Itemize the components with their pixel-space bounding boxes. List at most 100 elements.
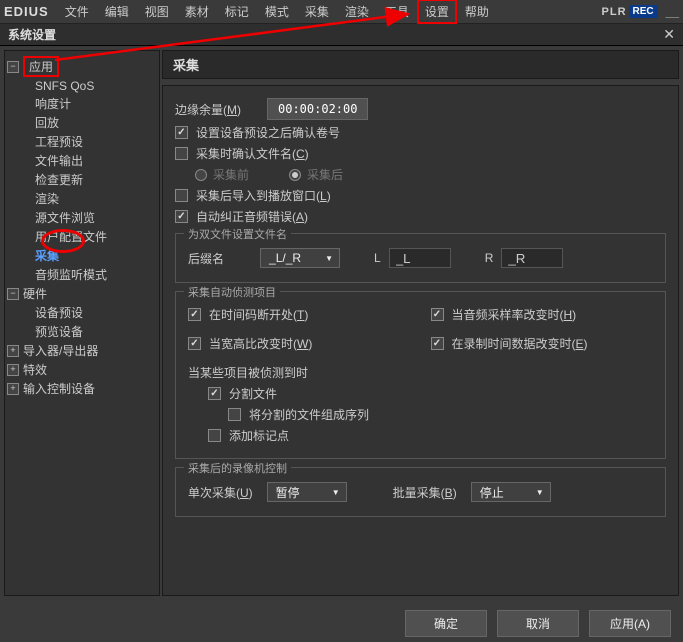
samplerate-label: 当音频采样率改变时(H) [452, 306, 577, 323]
single-capture-dropdown[interactable]: 暂停▼ [267, 482, 347, 502]
tree-root-importer[interactable]: + 导入器/导出器 [7, 341, 157, 360]
menu-marker[interactable]: 标记 [217, 0, 257, 24]
chevron-down-icon: ▼ [332, 488, 340, 497]
expand-icon[interactable]: + [7, 345, 19, 357]
l-label: L [374, 251, 381, 265]
tree-label-inputctrl: 输入控制设备 [23, 380, 95, 397]
suffix-label: 后缀名 [188, 250, 224, 267]
tc-break-checkbox[interactable] [188, 308, 201, 321]
tree-label-app: 应用 [29, 60, 53, 74]
dualfile-legend: 为双文件设置文件名 [184, 226, 291, 242]
make-seq-checkbox[interactable] [228, 408, 241, 421]
collapse-icon[interactable]: − [7, 288, 19, 300]
plr-rec-badge: PLR REC [602, 5, 658, 18]
settings-tree: − 应用 SNFS QoS 响度计 回放 工程预设 文件输出 检查更新 渲染 源… [4, 50, 160, 596]
auto-audio-label: 自动纠正音频错误(A) [196, 208, 308, 225]
autodetect-legend: 采集自动侦测项目 [184, 284, 280, 300]
samplerate-checkbox[interactable] [431, 308, 444, 321]
tree-item-render[interactable]: 渲染 [7, 189, 157, 208]
tree-label-hw: 硬件 [23, 285, 47, 302]
dialog-title: 系统设置 [8, 26, 56, 43]
tree-item-snfs[interactable]: SNFS QoS [7, 78, 157, 94]
menu-tools[interactable]: 工具 [377, 0, 417, 24]
tree-item-project-preset[interactable]: 工程预设 [7, 132, 157, 151]
split-file-checkbox[interactable] [208, 387, 221, 400]
tree-label-effects: 特效 [23, 361, 47, 378]
deck-control-fieldset: 采集后的录像机控制 单次采集(U) 暂停▼ 批量采集(B) 停止▼ [175, 467, 666, 517]
tree-item-check-update[interactable]: 检查更新 [7, 170, 157, 189]
tree-item-source-browser[interactable]: 源文件浏览 [7, 208, 157, 227]
tree-item-capture[interactable]: 采集 [7, 246, 157, 265]
tree-item-user-profile[interactable]: 用户配置文件 [7, 227, 157, 246]
menu-render[interactable]: 渲染 [337, 0, 377, 24]
cancel-button[interactable]: 取消 [497, 610, 579, 637]
auto-audio-checkbox[interactable] [175, 210, 188, 223]
l-input[interactable] [389, 248, 451, 268]
dialog-footer: 确定 取消 应用(A) [0, 600, 683, 637]
r-label: R [485, 251, 494, 265]
tree-label-importer: 导入器/导出器 [23, 342, 98, 359]
suffix-dropdown[interactable]: _L/_R▼ [260, 248, 340, 268]
margin-label: 边缘余量(M) [175, 101, 241, 118]
panel-title: 采集 [162, 50, 679, 79]
ok-button[interactable]: 确定 [405, 610, 487, 637]
minimize-icon[interactable]: __ [666, 5, 679, 19]
deck-legend: 采集后的录像机控制 [184, 460, 291, 476]
tree-item-preview-device[interactable]: 预览设备 [7, 322, 157, 341]
when-detected-label: 当某些项目被侦测到时 [188, 364, 308, 381]
menu-file[interactable]: 文件 [57, 0, 97, 24]
tree-item-file-export[interactable]: 文件输出 [7, 151, 157, 170]
confirm-filename-checkbox[interactable] [175, 147, 188, 160]
collapse-icon[interactable]: − [7, 61, 19, 73]
batch-capture-label: 批量采集(B) [393, 484, 457, 501]
r-input[interactable] [501, 248, 563, 268]
tree-item-device-preset[interactable]: 设备预设 [7, 303, 157, 322]
menu-view[interactable]: 视图 [137, 0, 177, 24]
autodetect-fieldset: 采集自动侦测项目 在时间码断开处(T) 当音频采样率改变时(H) 当宽高比改变时… [175, 291, 666, 459]
confirm-reel-checkbox[interactable] [175, 126, 188, 139]
tree-item-loudness[interactable]: 响度计 [7, 94, 157, 113]
menu-clip[interactable]: 素材 [177, 0, 217, 24]
tree-item-audio-monitor[interactable]: 音频监听模式 [7, 265, 157, 284]
batch-capture-dropdown[interactable]: 停止▼ [471, 482, 551, 502]
close-icon[interactable]: ✕ [663, 26, 675, 43]
confirm-filename-label: 采集时确认文件名(C) [196, 145, 309, 162]
split-file-label: 分割文件 [229, 385, 277, 402]
expand-icon[interactable]: + [7, 383, 19, 395]
expand-icon[interactable]: + [7, 364, 19, 376]
menu-edit[interactable]: 编辑 [97, 0, 137, 24]
import-playwindow-checkbox[interactable] [175, 189, 188, 202]
add-marker-checkbox[interactable] [208, 429, 221, 442]
tree-root-input-control[interactable]: + 输入控制设备 [7, 379, 157, 398]
add-marker-label: 添加标记点 [229, 427, 289, 444]
margin-input[interactable]: 00:00:02:00 [267, 98, 368, 120]
menu-help[interactable]: 帮助 [457, 0, 497, 24]
dialog-titlebar: 系统设置 ✕ [0, 24, 683, 46]
tree-root-effects[interactable]: + 特效 [7, 360, 157, 379]
tree-item-playback[interactable]: 回放 [7, 113, 157, 132]
dualfile-fieldset: 为双文件设置文件名 后缀名 _L/_R▼ L R [175, 233, 666, 283]
aspect-label: 当宽高比改变时(W) [209, 335, 312, 352]
make-seq-label: 将分割的文件组成序列 [249, 406, 369, 423]
radio-before-label: 采集前 [213, 166, 249, 183]
menu-settings[interactable]: 设置 [417, 0, 457, 24]
aspect-checkbox[interactable] [188, 337, 201, 350]
confirm-reel-label: 设置设备预设之后确认卷号 [196, 124, 340, 141]
radio-after-label: 采集后 [307, 166, 343, 183]
menu-capture[interactable]: 采集 [297, 0, 337, 24]
tree-root-hardware[interactable]: − 硬件 [7, 284, 157, 303]
import-playwindow-label: 采集后导入到播放窗口(L) [196, 187, 331, 204]
radio-after-capture[interactable] [289, 169, 301, 181]
plr-text: PLR [602, 6, 627, 18]
recdata-checkbox[interactable] [431, 337, 444, 350]
menu-mode[interactable]: 模式 [257, 0, 297, 24]
single-capture-label: 单次采集(U) [188, 484, 253, 501]
radio-before-capture[interactable] [195, 169, 207, 181]
chevron-down-icon: ▼ [325, 254, 333, 263]
recdata-label: 在录制时间数据改变时(E) [452, 335, 588, 352]
rec-text: REC [629, 5, 658, 18]
chevron-down-icon: ▼ [536, 488, 544, 497]
tree-root-app[interactable]: − 应用 [7, 55, 157, 78]
apply-button[interactable]: 应用(A) [589, 610, 671, 637]
menubar: EDIUS 文件 编辑 视图 素材 标记 模式 采集 渲染 工具 设置 帮助 P… [0, 0, 683, 24]
